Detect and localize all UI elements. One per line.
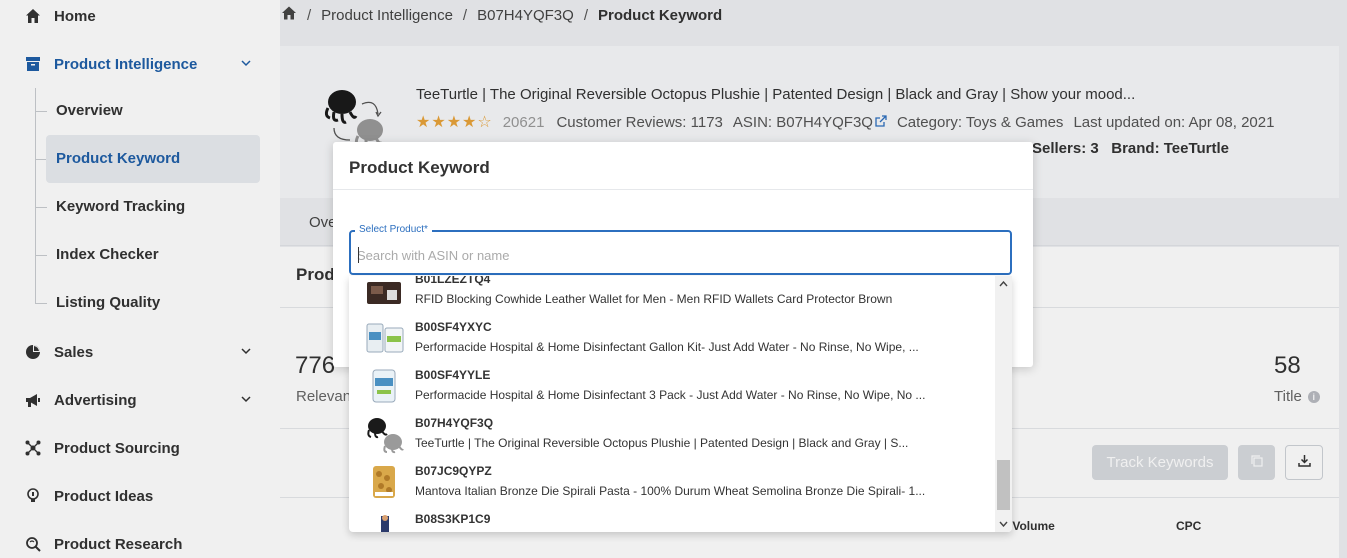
option-asin: B07H4YQF3Q [415, 416, 494, 430]
modal-title: Product Keyword [349, 158, 490, 177]
option-asin: B01LZEZTQ4 [415, 276, 491, 286]
option-asin: B08S3KP1C9 [415, 512, 491, 526]
product-thumbnail [365, 416, 405, 454]
dropdown-option[interactable]: B01LZEZTQ4 RFID Blocking Cowhide Leather… [349, 276, 995, 320]
modal-divider [333, 189, 1033, 190]
product-thumbnail [365, 320, 405, 358]
option-name: Performacide Hospital & Home Disinfectan… [415, 388, 926, 402]
option-asin: B07JC9QYPZ [415, 464, 492, 478]
option-name: Mantova Italian Bronze Die Spirali Pasta… [415, 484, 926, 498]
text-caret [358, 247, 359, 263]
dropdown-option[interactable]: B00SF4YXYC Performacide Hospital & Home … [349, 320, 995, 368]
product-thumbnail [365, 276, 405, 314]
dropdown-option[interactable]: B00SF4YYLE Performacide Hospital & Home … [349, 368, 995, 416]
select-product-input[interactable] [357, 245, 997, 265]
dropdown-option[interactable]: B08S3KP1C9 [349, 512, 995, 532]
scroll-up-icon[interactable] [997, 278, 1010, 290]
option-name: Performacide Hospital & Home Disinfectan… [415, 340, 919, 354]
dropdown-option[interactable]: B07JC9QYPZ Mantova Italian Bronze Die Sp… [349, 464, 995, 512]
product-thumbnail [365, 464, 405, 502]
option-asin: B00SF4YXYC [415, 320, 492, 334]
product-thumbnail [365, 368, 405, 406]
scrollbar-thumb[interactable] [997, 460, 1010, 510]
select-product-label: Select Product* [355, 224, 432, 235]
option-name: RFID Blocking Cowhide Leather Wallet for… [415, 292, 893, 306]
dropdown-option[interactable]: B07H4YQF3Q TeeTurtle | The Original Reve… [349, 416, 995, 464]
product-thumbnail [365, 514, 405, 532]
scroll-down-icon[interactable] [997, 518, 1010, 530]
option-asin: B00SF4YYLE [415, 368, 491, 382]
option-name: TeeTurtle | The Original Reversible Octo… [415, 436, 909, 450]
product-dropdown: B01LZEZTQ4 RFID Blocking Cowhide Leather… [349, 276, 1012, 532]
